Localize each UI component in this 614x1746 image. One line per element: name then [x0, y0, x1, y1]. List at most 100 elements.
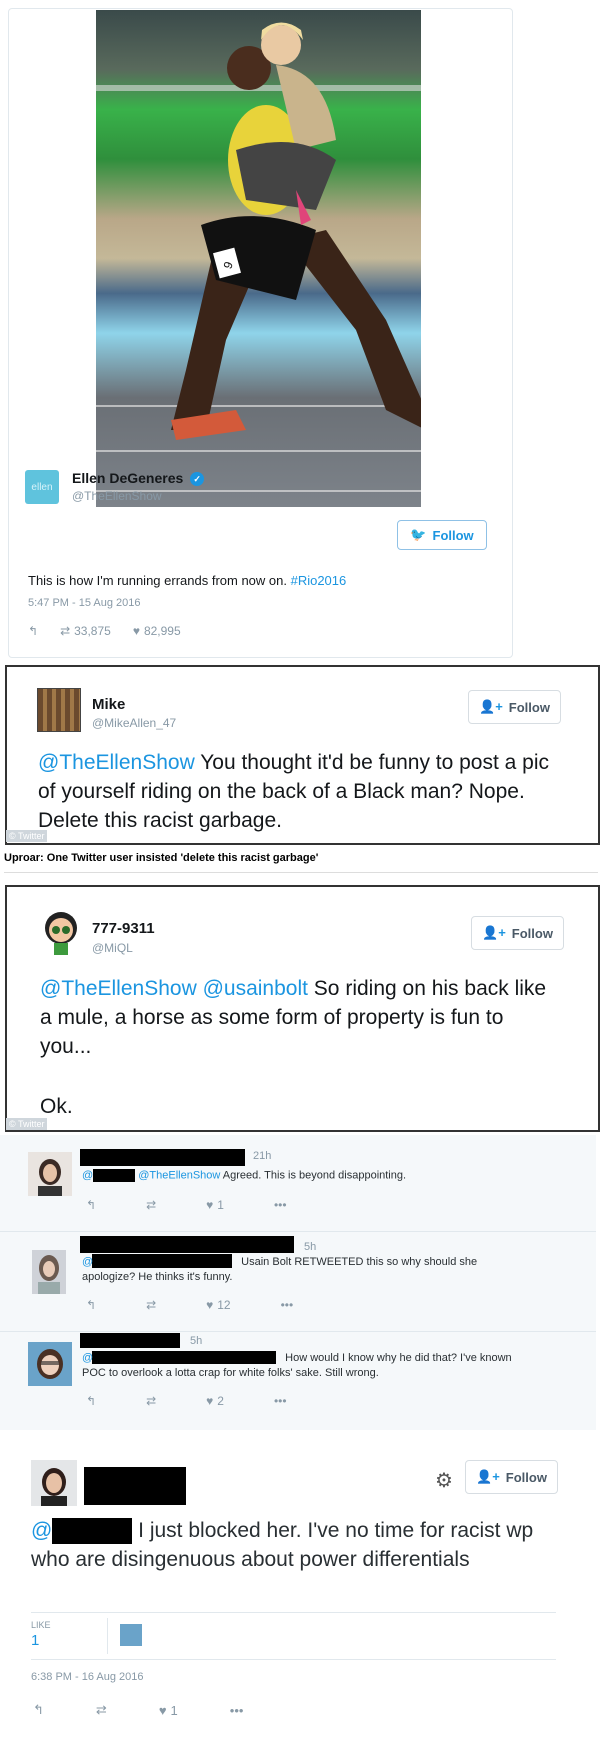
retweet-icon: ⇄	[60, 624, 71, 638]
retweet-icon[interactable]: ⇄	[146, 1298, 156, 1312]
redacted-name	[80, 1333, 180, 1348]
author-name[interactable]: Ellen DeGeneres ✓	[72, 470, 205, 487]
reply-text: @ Usain Bolt RETWEETED this so why should…	[82, 1255, 542, 1285]
add-user-icon: 👤+	[476, 1469, 500, 1484]
reply-actions: ↰ ⇄ ♥ 2 •••	[86, 1394, 287, 1408]
tweet4-avatar[interactable]	[31, 1460, 77, 1506]
reply-icon[interactable]: ↰	[86, 1198, 96, 1212]
retweet-icon[interactable]: ⇄	[96, 1702, 107, 1718]
mention-at[interactable]: @	[82, 1169, 93, 1181]
twitter-watermark: © Twitter	[6, 830, 48, 842]
reply-item[interactable]: 5h @ How would I know why he did that? I'…	[0, 1332, 596, 1430]
mike-follow-button[interactable]: 👤+ Follow	[468, 690, 561, 724]
follow-label: Follow	[511, 925, 553, 941]
stats-divider-bottom	[31, 1659, 556, 1660]
heart-icon: ♥	[206, 1198, 214, 1212]
mike-avatar[interactable]	[37, 688, 81, 732]
mention-at[interactable]: @	[31, 1519, 52, 1542]
redacted-name	[80, 1236, 294, 1253]
tweet4-timestamp[interactable]: 6:38 PM - 16 Aug 2016	[31, 1671, 144, 1683]
redacted-handle	[93, 1169, 136, 1182]
follow-button[interactable]: 🐦 Follow	[397, 520, 487, 550]
reply-time[interactable]: 5h	[304, 1241, 316, 1253]
reply-actions: ↰ ⇄ ♥ 1 •••	[86, 1198, 287, 1212]
reply-text: @ @TheEllenShow Agreed. This is beyond d…	[82, 1169, 406, 1182]
heart-icon: ♥	[206, 1394, 214, 1408]
heart-icon: ♥	[206, 1298, 214, 1312]
miql-name[interactable]: 777-9311	[92, 920, 155, 937]
miql-follow-button[interactable]: 👤+ Follow	[471, 916, 564, 950]
mention-link[interactable]: @TheEllenShow	[138, 1169, 220, 1181]
follow-label: Follow	[505, 1469, 547, 1485]
stats-separator	[107, 1618, 108, 1654]
verified-badge-icon: ✓	[190, 472, 205, 487]
like-stat-count[interactable]: 1	[31, 1632, 39, 1649]
mention-at[interactable]: @	[82, 1256, 93, 1268]
reply-text: @ How would I know why he did that? I've …	[82, 1351, 562, 1381]
reply-actions: ↰ ⇄ ♥ 12 •••	[86, 1298, 293, 1312]
reply-icon[interactable]: ↰	[86, 1394, 96, 1408]
add-user-icon: 👤+	[479, 699, 503, 714]
liker-avatar[interactable]	[120, 1624, 142, 1646]
mike-name[interactable]: Mike	[92, 696, 125, 713]
reply-time[interactable]: 21h	[253, 1150, 271, 1162]
like-button[interactable]: ♥ 2	[206, 1394, 224, 1408]
retweet-icon[interactable]: ⇄	[146, 1198, 156, 1212]
tweet4-text: @ I just blocked her. I've no time for r…	[31, 1516, 551, 1574]
heart-icon: ♥	[132, 624, 140, 638]
like-stat-label: LIKE	[31, 1620, 51, 1630]
redacted-handle	[52, 1518, 133, 1545]
mention-link-ellen[interactable]: @TheEllenShow	[40, 977, 197, 1000]
mike-handle[interactable]: @MikeAllen_47	[92, 716, 176, 730]
reply-icon[interactable]: ↰	[33, 1702, 44, 1718]
like-button[interactable]: ♥ 1	[206, 1198, 224, 1212]
reply-avatar[interactable]	[28, 1152, 72, 1196]
heart-icon: ♥	[158, 1702, 167, 1718]
twitter-bird-icon: 🐦	[410, 527, 427, 542]
reply-avatar[interactable]	[28, 1342, 72, 1386]
retweet-button[interactable]: ⇄ 33,875	[60, 624, 111, 638]
retweet-count: 33,875	[74, 624, 111, 638]
miql-avatar[interactable]	[40, 910, 82, 956]
reply-icon[interactable]: ↰	[86, 1298, 96, 1312]
author-handle[interactable]: @TheEllenShow	[72, 489, 162, 503]
redacted-name	[84, 1467, 186, 1505]
reply-time[interactable]: 5h	[190, 1335, 202, 1347]
reply-avatar[interactable]	[32, 1250, 66, 1294]
tweet-timestamp[interactable]: 5:47 PM - 15 Aug 2016	[28, 597, 141, 609]
reply-body: How would I know why he did that? I've k…	[285, 1352, 512, 1364]
tweet-actions: ↰ ⇄ 33,875 ♥ 82,995	[28, 624, 181, 638]
like-button[interactable]: ♥ 82,995	[133, 624, 181, 638]
like-count: 12	[217, 1298, 231, 1312]
more-icon[interactable]: •••	[274, 1198, 287, 1212]
more-icon[interactable]: •••	[230, 1703, 244, 1718]
follow-label: Follow	[432, 527, 474, 543]
reply-item[interactable]: 5h @ Usain Bolt RETWEETED this so why sho…	[0, 1232, 596, 1332]
add-user-icon: 👤+	[482, 925, 506, 940]
reply-item[interactable]: 21h @ @TheEllenShow Agreed. This is beyo…	[0, 1136, 596, 1232]
tweet-text: This is how I'm running errands from now…	[28, 573, 346, 588]
like-button[interactable]: ♥ 12	[206, 1298, 230, 1312]
like-count: 82,995	[143, 624, 181, 638]
ellen-avatar[interactable]: ellen	[25, 470, 59, 504]
reply-icon[interactable]: ↰	[28, 624, 38, 638]
caption-divider	[4, 872, 598, 873]
like-button[interactable]: ♥ 1	[159, 1703, 178, 1718]
tweet4-follow-button[interactable]: 👤+ Follow	[465, 1460, 558, 1494]
mention-at[interactable]: @	[82, 1352, 93, 1364]
mike-tweet-text: @TheEllenShow You thought it'd be funny …	[38, 748, 558, 835]
reply-body-2: apologize? He thinks it's funny.	[82, 1271, 233, 1283]
tweet-photo[interactable]: 9	[96, 10, 421, 507]
mention-link[interactable]: @TheEllenShow	[38, 751, 195, 774]
reply-body: Agreed. This is beyond disappointing.	[220, 1169, 407, 1182]
miql-handle[interactable]: @MiQL	[92, 941, 133, 955]
more-icon[interactable]: •••	[281, 1298, 294, 1312]
settings-gear-icon[interactable]: ⚙	[435, 1468, 453, 1493]
tweet4-actions: ↰ ⇄ ♥ 1 •••	[33, 1702, 243, 1718]
mention-link-usain[interactable]: @usainbolt	[203, 977, 308, 1000]
image-caption: Uproar: One Twitter user insisted 'delet…	[4, 852, 319, 864]
like-count: 1	[217, 1198, 224, 1212]
retweet-icon[interactable]: ⇄	[146, 1394, 156, 1408]
more-icon[interactable]: •••	[274, 1394, 287, 1408]
hashtag-link[interactable]: #Rio2016	[291, 573, 347, 588]
